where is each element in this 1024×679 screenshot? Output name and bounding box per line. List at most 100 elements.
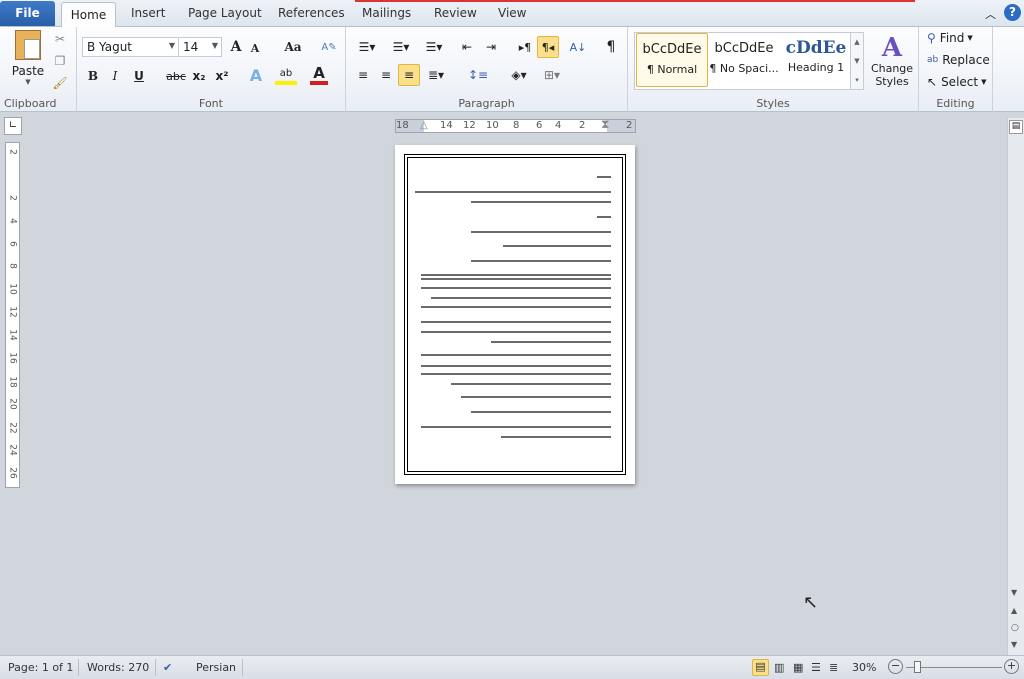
text-line — [421, 278, 611, 280]
draft-icon[interactable]: ≣ — [829, 661, 838, 674]
copy-icon[interactable]: ❐ — [52, 53, 68, 69]
ruler-tick: 10 — [7, 283, 18, 295]
proofing-icon[interactable]: ✔ — [163, 661, 172, 674]
shading-icon[interactable]: ◈▾ — [506, 65, 532, 85]
replace-button[interactable]: ab Replace — [927, 53, 990, 67]
ruler-tick: 14 — [440, 120, 453, 131]
tab-insert[interactable]: Insert — [131, 6, 165, 20]
vertical-scrollbar[interactable]: ▤ ▼ ▲ ○ ▼ — [1007, 118, 1024, 655]
rtl-direction-icon[interactable]: ¶◂ — [537, 36, 559, 58]
font-color-icon[interactable]: A — [310, 64, 328, 85]
page-count[interactable]: Page: 1 of 1 — [8, 661, 73, 674]
ruler-tick: 16 — [7, 352, 18, 364]
font-size-combo[interactable]: 14 ▼ — [178, 37, 222, 57]
tab-selector[interactable]: ∟ — [4, 117, 22, 135]
document-page[interactable] — [395, 145, 635, 484]
scroll-down-arrow[interactable]: ▼ — [1011, 588, 1017, 597]
font-name-combo[interactable]: B Yagut ▼ — [82, 37, 179, 57]
ruler-tick: 2 — [7, 195, 18, 201]
next-page-icon[interactable]: ▼ — [1011, 640, 1017, 649]
text-effects-icon[interactable]: A — [245, 65, 267, 85]
ruler-tick: 2 — [626, 120, 633, 131]
borders-icon[interactable]: ⊞▾ — [539, 65, 565, 85]
right-indent-marker[interactable]: ⧗ — [601, 117, 609, 132]
multilevel-list-icon[interactable]: ☰▾ — [421, 37, 447, 57]
web-layout-icon[interactable]: ▦ — [793, 661, 803, 674]
bullets-icon[interactable]: ☰▾ — [354, 37, 380, 57]
format-painter-icon[interactable]: 🖌 — [52, 75, 68, 91]
justify-icon[interactable]: ≣▾ — [424, 65, 448, 85]
decrease-indent-icon[interactable]: ⇤ — [458, 37, 476, 57]
align-center-icon[interactable]: ≡ — [377, 65, 395, 85]
superscript-button[interactable]: x² — [213, 67, 231, 85]
help-icon[interactable]: ? — [1004, 4, 1021, 21]
tab-view[interactable]: View — [498, 6, 526, 20]
outline-icon[interactable]: ☰ — [811, 661, 821, 674]
shrink-font-button[interactable]: A — [247, 40, 263, 56]
tab-references[interactable]: References — [278, 6, 345, 20]
ruler-tick: 2 — [7, 149, 18, 155]
vertical-ruler[interactable]: 2 2 4 6 8 10 12 14 16 18 20 22 24 26 — [5, 142, 20, 488]
paragraph-group: ☰▾ ☰▾ ☰▾ ⇤ ⇥ ▸¶ ¶◂ A↓ ¶ ≡ ≡ ≡ ≣▾ ↕≡ ◈▾ ⊞… — [346, 27, 628, 112]
ruler-tick: 4 — [555, 120, 562, 131]
change-case-button[interactable]: Aa — [279, 38, 307, 56]
paste-label: Paste — [11, 64, 45, 78]
cut-icon[interactable]: ✂ — [52, 31, 68, 47]
grow-font-button[interactable]: A — [227, 38, 245, 56]
editing-group: ⚲ Find ▼ ab Replace ↖ Select ▼ Editing — [919, 27, 993, 112]
tab-review[interactable]: Review — [434, 6, 477, 20]
zoom-slider-thumb[interactable] — [913, 661, 921, 673]
left-indent-marker[interactable]: △ — [420, 120, 428, 131]
show-formatting-icon[interactable]: ¶ — [602, 37, 620, 57]
text-line — [597, 176, 611, 178]
zoom-out-button[interactable]: − — [888, 659, 903, 674]
align-left-icon[interactable]: ≡ — [354, 65, 372, 85]
text-line — [501, 436, 611, 438]
paste-button[interactable]: Paste ▼ — [8, 30, 48, 86]
italic-button[interactable]: I — [107, 67, 123, 85]
change-styles-button[interactable]: A Change Styles — [868, 29, 916, 93]
language[interactable]: Persian — [196, 661, 236, 674]
tab-mailings[interactable]: Mailings — [362, 6, 411, 20]
zoom-level[interactable]: 30% — [852, 661, 876, 674]
text-line — [461, 396, 611, 398]
text-line — [597, 216, 611, 218]
cursor-icon: ↖ — [927, 75, 938, 89]
text-line — [421, 373, 611, 375]
ruler-tick: 10 — [486, 120, 499, 131]
tab-page-layout[interactable]: Page Layout — [188, 6, 262, 20]
increase-indent-icon[interactable]: ⇥ — [482, 37, 500, 57]
ruler-tick: 20 — [7, 398, 18, 410]
ruler-tick: 2 — [579, 120, 586, 131]
styles-scroll[interactable]: ▲ ▼ ▾ — [850, 32, 864, 90]
previous-page-icon[interactable]: ▲ — [1011, 606, 1017, 615]
word-count[interactable]: Words: 270 — [87, 661, 149, 674]
select-button[interactable]: ↖ Select ▼ — [927, 75, 986, 89]
highlight-color-icon[interactable]: ab — [275, 65, 297, 85]
print-layout-icon[interactable]: ▤ — [752, 659, 769, 676]
style-no-spacing[interactable]: bCcDdEe ¶ No Spaci... — [708, 33, 780, 87]
subscript-button[interactable]: x₂ — [190, 67, 208, 85]
ruler-tick: 22 — [7, 422, 18, 434]
view-ruler-icon[interactable]: ▤ — [1009, 120, 1023, 134]
browse-object-icon[interactable]: ○ — [1011, 623, 1019, 633]
align-right-icon[interactable]: ≡ — [398, 64, 420, 86]
bold-button[interactable]: B — [85, 67, 101, 85]
find-button[interactable]: ⚲ Find ▼ — [927, 31, 973, 45]
clear-formatting-icon[interactable]: A✎ — [319, 37, 339, 57]
tab-file[interactable]: File — [0, 1, 55, 26]
zoom-in-button[interactable]: + — [1004, 659, 1019, 674]
binoculars-icon: ⚲ — [927, 31, 936, 45]
tab-home[interactable]: Home — [61, 2, 116, 28]
strikethrough-button[interactable]: abc — [165, 67, 187, 85]
horizontal-ruler[interactable]: 18 14 12 10 8 6 4 2 2 △ ⧗ — [395, 117, 636, 133]
style-normal[interactable]: bCcDdEe ¶ Normal — [636, 33, 708, 87]
full-screen-reading-icon[interactable]: ▥ — [774, 661, 784, 674]
numbering-icon[interactable]: ☰▾ — [388, 37, 414, 57]
line-spacing-icon[interactable]: ↕≡ — [465, 65, 491, 85]
style-heading-1[interactable]: cDdEe Heading 1 — [780, 33, 852, 87]
minimize-ribbon-icon[interactable]: ︿ — [985, 6, 996, 22]
underline-button[interactable]: U — [131, 67, 147, 85]
sort-icon[interactable]: A↓ — [568, 37, 588, 57]
ltr-direction-icon[interactable]: ▸¶ — [516, 37, 534, 57]
